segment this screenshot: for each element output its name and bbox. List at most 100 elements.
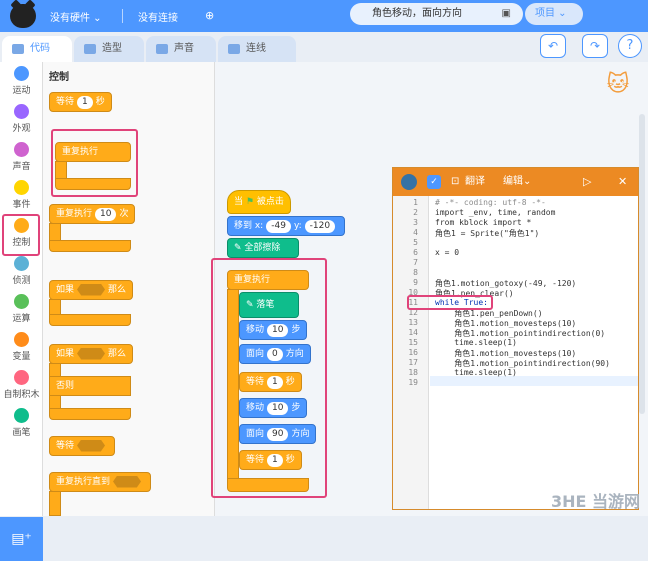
block-text: 全部擦除 xyxy=(244,243,281,253)
category-operators[interactable]: 运算 xyxy=(0,294,43,324)
block-arm xyxy=(49,363,61,377)
category-label: 自制积木 xyxy=(3,390,40,400)
pen-icon xyxy=(14,408,29,423)
code-panel-header: ✓ ⊡ 翻译 编辑⌄ ▷ ✕ xyxy=(393,168,638,196)
code-line: import _env, time, random xyxy=(435,208,556,217)
block-if-else[interactable]: 如果 那么 xyxy=(49,344,134,364)
category-events[interactable]: 事件 xyxy=(0,180,43,210)
highlight-forever-block xyxy=(51,129,138,197)
undo-button[interactable]: ↶ xyxy=(540,34,566,58)
condition-slot[interactable] xyxy=(77,347,106,360)
block-text: y: xyxy=(293,221,302,231)
category-variables[interactable]: 变量 xyxy=(0,332,43,362)
category-label: 外观 xyxy=(12,124,31,134)
code-editor[interactable]: # -*- coding: utf-8 -*- import _env, tim… xyxy=(393,196,638,509)
tab-sounds[interactable]: 声音 xyxy=(146,36,216,62)
block-text: 移到 x: xyxy=(234,221,264,231)
workspace-scrollbar[interactable] xyxy=(639,114,645,414)
motion-dot-icon xyxy=(14,66,29,81)
code-line: x = 0 xyxy=(435,248,460,257)
block-palette: 控制 等待 1 秒 重复执行 重复执行 10 次 如果 那么 如果 那么 否则 等待 重复执… xyxy=(43,62,215,516)
y-input[interactable]: -120 xyxy=(304,220,336,233)
block-text: 当 xyxy=(234,197,244,207)
block-text: 次 xyxy=(119,209,129,219)
block-when-flag-clicked[interactable]: 当 ⚑ 被点击 xyxy=(227,190,291,214)
save-icon[interactable]: ▣ xyxy=(502,3,511,25)
palette-title: 控制 xyxy=(49,72,69,83)
highlight-forever-loop xyxy=(211,258,327,498)
block-repeat[interactable]: 重复执行 10 次 xyxy=(49,204,136,224)
watermark: 3HE 当游网 xyxy=(550,492,640,511)
edit-menu[interactable]: 编辑⌄ xyxy=(503,168,531,196)
close-icon[interactable]: ✕ xyxy=(618,168,627,196)
highlight-while-line xyxy=(407,295,493,310)
block-arm xyxy=(49,491,61,516)
sprite-cat-icon: 🐱 xyxy=(606,72,630,97)
block-text: 重复执行直到 xyxy=(56,477,111,487)
tab-code-label: 代码 xyxy=(30,43,50,54)
project-title-text: 角色移动，面向方向 xyxy=(372,8,462,19)
block-arm xyxy=(49,299,61,315)
project-title-input[interactable]: 角色移动，面向方向 ▣ xyxy=(350,3,523,25)
check-icon[interactable]: ✓ xyxy=(427,175,441,189)
translate-icon[interactable]: ⊡ xyxy=(451,168,459,196)
category-sidebar: 运动 外观 声音 事件 控制 侦测 运算 变量 自制积木 画笔 ▤⁺ xyxy=(0,62,43,561)
python-code-panel: ✓ ⊡ 翻译 编辑⌄ ▷ ✕ 1 2 3 4 5 6 7 8 9 10 11 1… xyxy=(392,167,639,510)
block-text: 否则 xyxy=(56,381,75,391)
block-input[interactable]: 10 xyxy=(95,208,117,221)
project-menu[interactable]: 项目 ⌄ xyxy=(525,3,583,25)
block-text: 等待 xyxy=(56,441,75,451)
events-dot-icon xyxy=(14,180,29,195)
block-if-then[interactable]: 如果 那么 xyxy=(49,280,134,300)
block-goto-xy[interactable]: 移到 x: -49 y: -120 xyxy=(227,216,346,236)
sensing-dot-icon xyxy=(14,256,29,271)
hardware-menu[interactable]: 没有硬件 ⌄ xyxy=(50,9,102,24)
code-line: time.sleep(1) xyxy=(435,338,517,347)
my-blocks-dot-icon xyxy=(14,370,29,385)
block-text: 如果 xyxy=(56,285,75,295)
category-motion[interactable]: 运动 xyxy=(0,66,43,96)
add-extension-button[interactable]: ▤⁺ xyxy=(0,517,43,561)
block-text: 那么 xyxy=(108,285,127,295)
highlight-control-category xyxy=(2,214,40,256)
condition-slot[interactable] xyxy=(77,283,106,296)
tab-code[interactable]: 代码 xyxy=(2,36,72,62)
block-text: 重复执行 xyxy=(56,209,93,219)
x-input[interactable]: -49 xyxy=(266,220,291,233)
category-sound[interactable]: 声音 xyxy=(0,142,43,172)
block-repeat-until[interactable]: 重复执行直到 xyxy=(49,472,152,492)
code-line: time.sleep(1) xyxy=(435,368,517,377)
redo-button[interactable]: ↷ xyxy=(582,34,608,58)
block-text: 被点击 xyxy=(256,197,284,207)
pen-icon: ✎ xyxy=(234,243,242,253)
hardware-label: 没有硬件 xyxy=(50,13,90,24)
category-label: 事件 xyxy=(12,200,31,210)
category-looks[interactable]: 外观 xyxy=(0,104,43,134)
category-pen[interactable]: 画笔 xyxy=(0,408,43,438)
translate-button[interactable]: 翻译 xyxy=(465,168,485,196)
run-icon[interactable]: ▷ xyxy=(583,168,591,196)
condition-slot[interactable] xyxy=(77,439,106,452)
block-wait-until[interactable]: 等待 xyxy=(49,436,116,456)
block-text: 如果 xyxy=(56,349,75,359)
top-bar: 没有硬件 ⌄ 没有连接 ⊕ 角色移动，面向方向 ▣ 项目 ⌄ xyxy=(0,0,648,32)
block-arm xyxy=(49,408,131,420)
globe-icon[interactable]: ⊕ xyxy=(205,9,214,22)
category-sensing[interactable]: 侦测 xyxy=(0,256,43,286)
connect-button[interactable]: 没有连接 xyxy=(138,9,178,24)
block-arm xyxy=(49,223,61,241)
condition-slot[interactable] xyxy=(113,475,142,488)
tab-costumes[interactable]: 造型 xyxy=(74,36,144,62)
extension-icon: ▤⁺ xyxy=(11,531,32,547)
category-label: 运动 xyxy=(12,86,31,96)
category-my-blocks[interactable]: 自制积木 xyxy=(0,370,43,400)
block-pen-clear[interactable]: ✎ 全部擦除 xyxy=(227,238,299,258)
operators-dot-icon xyxy=(14,294,29,309)
help-button[interactable]: ? xyxy=(618,34,642,58)
tab-costumes-label: 造型 xyxy=(102,43,122,54)
tab-wiring[interactable]: 连线 xyxy=(218,36,296,62)
category-label: 运算 xyxy=(12,314,31,324)
block-wait[interactable]: 等待 1 秒 xyxy=(49,92,112,112)
python-logo-icon xyxy=(401,174,417,190)
block-input[interactable]: 1 xyxy=(77,96,93,109)
